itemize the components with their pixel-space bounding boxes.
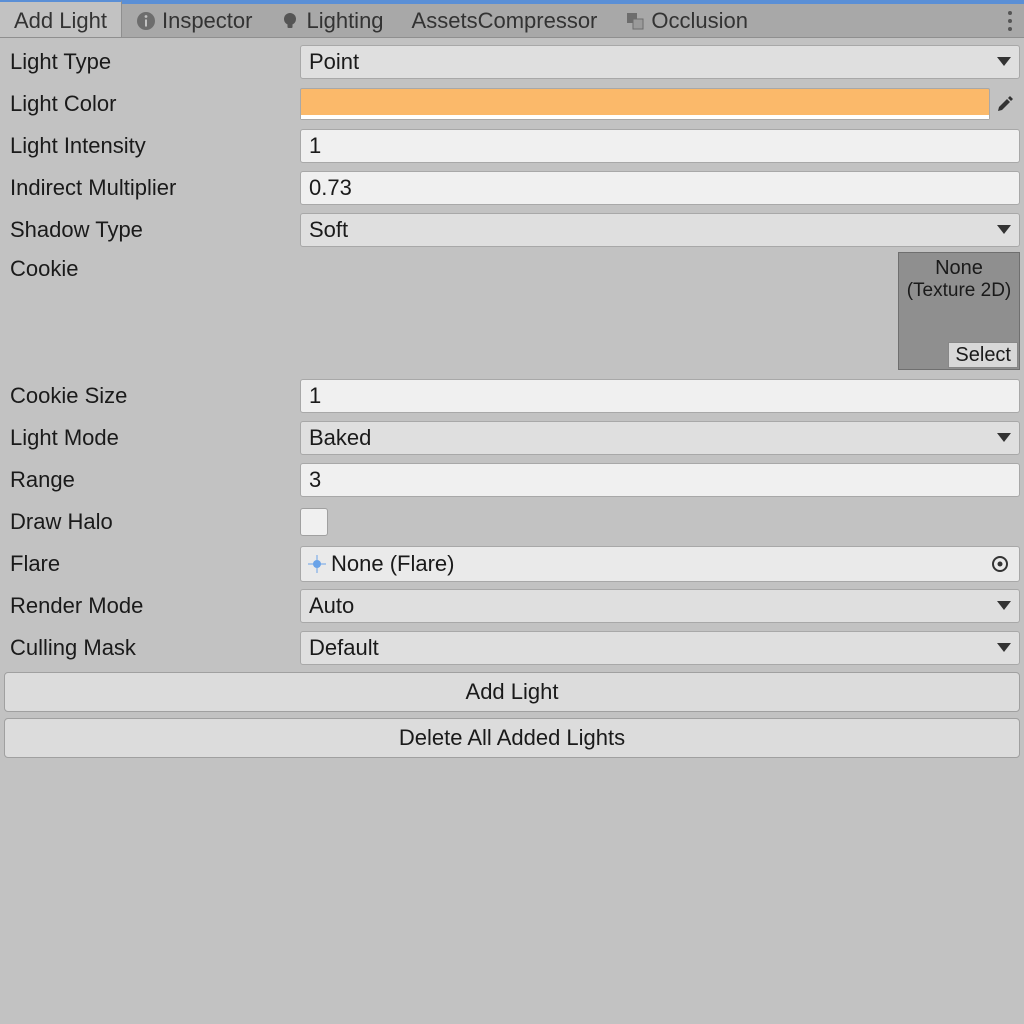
label-culling-mask: Culling Mask (4, 631, 300, 665)
cookie-none-label: None (935, 257, 983, 280)
tab-lighting[interactable]: Lighting (266, 4, 397, 37)
render-mode-dropdown[interactable]: Auto (300, 589, 1020, 623)
lightbulb-icon (280, 11, 300, 31)
tab-add-light-label: Add Light (14, 8, 107, 34)
info-icon (136, 11, 156, 31)
object-picker-icon[interactable] (991, 555, 1009, 573)
occlusion-icon (625, 11, 645, 31)
label-cookie: Cookie (4, 252, 300, 286)
row-draw-halo: Draw Halo (4, 502, 1020, 542)
label-range: Range (4, 463, 300, 497)
label-render-mode: Render Mode (4, 589, 300, 623)
label-light-type: Light Type (4, 45, 300, 79)
tab-overflow-menu[interactable] (996, 4, 1024, 37)
row-cookie: Cookie None (Texture 2D) Select (4, 252, 1020, 372)
range-input[interactable] (300, 463, 1020, 497)
tabbar: Add Light Inspector Lighting AssetsCompr… (0, 0, 1024, 38)
label-cookie-size: Cookie Size (4, 379, 300, 413)
light-intensity-input[interactable] (300, 129, 1020, 163)
add-light-button[interactable]: Add Light (4, 672, 1020, 712)
chevron-down-icon (997, 601, 1011, 611)
render-mode-value: Auto (309, 593, 354, 619)
indirect-multiplier-input[interactable] (300, 171, 1020, 205)
tab-occlusion-label: Occlusion (651, 8, 748, 34)
tab-inspector[interactable]: Inspector (122, 4, 267, 37)
row-light-mode: Light Mode Baked (4, 418, 1020, 458)
cookie-select-button[interactable]: Select (948, 342, 1018, 368)
row-cookie-size: Cookie Size (4, 376, 1020, 416)
delete-all-lights-button[interactable]: Delete All Added Lights (4, 718, 1020, 758)
culling-mask-value: Default (309, 635, 379, 661)
flare-icon (307, 554, 327, 574)
label-draw-halo: Draw Halo (4, 505, 300, 539)
row-flare: Flare None (Flare) (4, 544, 1020, 584)
label-light-mode: Light Mode (4, 421, 300, 455)
row-culling-mask: Culling Mask Default (4, 628, 1020, 668)
add-light-panel: Light Type Point Light Color Light Inten… (0, 38, 1024, 668)
chevron-down-icon (997, 57, 1011, 67)
tab-lighting-label: Lighting (306, 8, 383, 34)
eyedropper-icon (995, 94, 1015, 114)
label-shadow-type: Shadow Type (4, 213, 300, 247)
row-range: Range (4, 460, 1020, 500)
light-color-swatch[interactable] (300, 88, 990, 120)
cookie-size-input[interactable] (300, 379, 1020, 413)
chevron-down-icon (997, 225, 1011, 235)
light-type-value: Point (309, 49, 359, 75)
row-light-color: Light Color (4, 84, 1020, 124)
kebab-icon (1007, 10, 1013, 32)
draw-halo-checkbox[interactable] (300, 508, 328, 536)
label-flare: Flare (4, 547, 300, 581)
light-mode-value: Baked (309, 425, 371, 451)
light-mode-dropdown[interactable]: Baked (300, 421, 1020, 455)
row-shadow-type: Shadow Type Soft (4, 210, 1020, 250)
eyedropper-button[interactable] (990, 88, 1020, 120)
row-light-intensity: Light Intensity (4, 126, 1020, 166)
flare-object-field[interactable]: None (Flare) (300, 546, 1020, 582)
row-indirect-multiplier: Indirect Multiplier (4, 168, 1020, 208)
flare-value: None (Flare) (331, 551, 454, 577)
label-indirect-multiplier: Indirect Multiplier (4, 171, 300, 205)
tab-inspector-label: Inspector (162, 8, 253, 34)
label-light-color: Light Color (4, 87, 300, 121)
cookie-type-label: (Texture 2D) (907, 280, 1012, 302)
tab-add-light[interactable]: Add Light (0, 0, 122, 37)
shadow-type-value: Soft (309, 217, 348, 243)
cookie-texture-slot[interactable]: None (Texture 2D) Select (898, 252, 1020, 370)
chevron-down-icon (997, 433, 1011, 443)
light-type-dropdown[interactable]: Point (300, 45, 1020, 79)
row-render-mode: Render Mode Auto (4, 586, 1020, 626)
alpha-bar (301, 115, 989, 119)
tab-assets-compressor[interactable]: AssetsCompressor (398, 4, 612, 37)
shadow-type-dropdown[interactable]: Soft (300, 213, 1020, 247)
label-light-intensity: Light Intensity (4, 129, 300, 163)
tab-occlusion[interactable]: Occlusion (611, 4, 762, 37)
tab-assets-compressor-label: AssetsCompressor (412, 8, 598, 34)
row-light-type: Light Type Point (4, 42, 1020, 82)
culling-mask-dropdown[interactable]: Default (300, 631, 1020, 665)
chevron-down-icon (997, 643, 1011, 653)
